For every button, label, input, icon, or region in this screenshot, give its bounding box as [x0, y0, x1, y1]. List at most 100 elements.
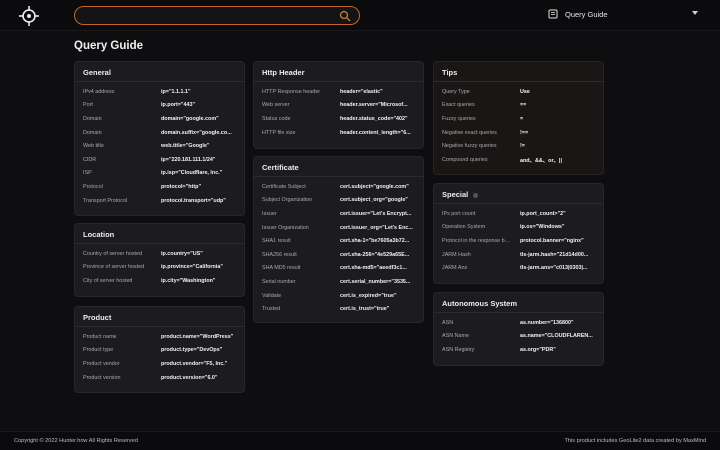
query-example[interactable]: header.content_length="6...: [340, 130, 415, 136]
query-row: Compound queries and、&&、or、||: [442, 153, 595, 167]
query-example[interactable]: product.type="DevOps": [161, 347, 236, 353]
query-example[interactable]: domain.suffix="google.co...: [161, 130, 236, 136]
crosshair-logo-icon[interactable]: [19, 6, 39, 26]
query-example[interactable]: ip.os="Windows": [520, 224, 595, 230]
card-title: Certificate: [254, 157, 423, 177]
query-example[interactable]: Use: [520, 89, 595, 95]
query-example[interactable]: ip.province="California": [161, 264, 236, 270]
query-example[interactable]: cert.serial_number="3535...: [340, 279, 415, 285]
query-example[interactable]: header.server="Microsof...: [340, 102, 415, 108]
query-example[interactable]: ==: [520, 102, 595, 108]
query-example[interactable]: cert.subject="google.com": [340, 184, 415, 190]
query-example[interactable]: web.title="Google": [161, 143, 236, 149]
query-example[interactable]: protocol="http": [161, 184, 236, 190]
query-field-label: Province of server hosted: [83, 264, 145, 271]
query-example[interactable]: product.version="6.0": [161, 375, 236, 381]
query-example[interactable]: ip="220.181.111.1/24": [161, 157, 236, 163]
query-row: JARM Ans tls-jarm.ans="c013|0303|...: [442, 261, 595, 275]
query-row: Trusted cert.is_trust="true": [262, 302, 415, 316]
query-row: Exact queries ==: [442, 99, 595, 113]
query-row: Port ip.port="443": [83, 99, 236, 113]
query-field-label: IPs port count: [442, 210, 476, 217]
query-example[interactable]: header="elastic": [340, 89, 415, 95]
query-example[interactable]: header.status_code="402": [340, 116, 415, 122]
card-title: Location: [75, 224, 244, 244]
query-example[interactable]: as.org="PDR": [520, 347, 595, 353]
query-example[interactable]: and、&&、or、||: [520, 156, 595, 164]
query-example[interactable]: cert.is_trust="true": [340, 306, 415, 312]
search-bar[interactable]: [74, 6, 360, 25]
query-field-label: Product version: [83, 374, 121, 381]
query-example[interactable]: ip="1.1.1.1": [161, 89, 236, 95]
query-field-label: Operation System: [442, 224, 486, 231]
query-example[interactable]: cert.sha-1="be7605a3b72...: [340, 238, 415, 244]
query-example[interactable]: product.vendor="F5, Inc.": [161, 361, 236, 367]
query-example[interactable]: cert.issuer="Let's Encrypt...: [340, 211, 415, 217]
query-example[interactable]: ip.country="US": [161, 251, 236, 257]
query-row: Negative fuzzy queries !=: [442, 139, 595, 153]
help-icon[interactable]: [473, 192, 479, 198]
query-example[interactable]: cert.sha-256="4e529a65E...: [340, 252, 415, 258]
query-example[interactable]: domain="google.com": [161, 116, 236, 122]
query-field-label: Negative fuzzy queries: [442, 143, 497, 150]
query-example[interactable]: cert.sha-md5="aeedf3c1...: [340, 265, 415, 271]
query-field-label: Country of server hosted: [83, 250, 143, 257]
top-bar: Query Guide: [0, 0, 720, 31]
query-field-label: ASN: [442, 319, 454, 326]
search-icon[interactable]: [339, 10, 351, 22]
query-example[interactable]: =: [520, 116, 595, 122]
query-field-label: Product vendor: [83, 360, 120, 367]
query-row: Province of server hosted ip.province="Ca…: [83, 261, 236, 275]
query-row: Domain domain="google.com": [83, 112, 236, 126]
query-example[interactable]: as.number="136800": [520, 320, 595, 326]
query-field-label: ISP: [83, 170, 92, 177]
card-body: Country of server hosted ip.country="US" P…: [75, 244, 244, 288]
query-field-label: Web title: [83, 143, 104, 150]
http-header-card: Http Header HTTP Response header header="…: [253, 61, 424, 149]
query-row: Transport Protocol protocol.transport="ud…: [83, 194, 236, 208]
query-example[interactable]: ip.isp="Cloudflare, Inc.": [161, 170, 236, 176]
query-example[interactable]: !=: [520, 143, 595, 149]
product-card: Product Product name product.name="WordPr…: [74, 306, 245, 393]
query-field-label: HTTP Response header: [262, 88, 321, 95]
query-field-label: Domain: [83, 115, 102, 122]
special-card: Special IPs port count ip.port_count>"2" O…: [433, 183, 604, 284]
general-card: General IPv4 address ip="1.1.1.1" Port ip.p…: [74, 61, 245, 216]
query-row: ASN Registry as.org="PDR": [442, 343, 595, 357]
query-row: Domain domain.suffix="google.co...: [83, 126, 236, 140]
card-body: HTTP Response header header="elastic" Web …: [254, 82, 423, 139]
query-row: Product version product.version="6.0": [83, 371, 236, 385]
query-example[interactable]: cert.is_expired="true": [340, 293, 415, 299]
query-example[interactable]: tls-jarm.hash="21d14d00...: [520, 252, 595, 258]
query-example[interactable]: !==: [520, 130, 595, 136]
query-example[interactable]: product.name="WordPress": [161, 334, 236, 340]
query-row: Operation System ip.os="Windows": [442, 221, 595, 235]
query-example[interactable]: cert.subject_org="google": [340, 197, 415, 203]
query-guide-button[interactable]: Query Guide: [548, 9, 608, 19]
query-row: Protocol in the response b... protocol.ba…: [442, 234, 595, 248]
query-example[interactable]: ip.port_count>"2": [520, 211, 595, 217]
query-example[interactable]: protocol.banner="nginx": [520, 238, 595, 244]
query-row: Web title web.title="Google": [83, 139, 236, 153]
query-field-label: City of server hosted: [83, 277, 133, 284]
query-row: Query Type Use: [442, 85, 595, 99]
query-row: Issuer Organization cert.issuer_org="Let'…: [262, 221, 415, 235]
query-example[interactable]: ip.port="443": [161, 102, 236, 108]
query-field-label: SHA256 result: [262, 251, 297, 258]
query-field-label: Negative exact queries: [442, 129, 497, 136]
query-row: CIDR ip="220.181.111.1/24": [83, 153, 236, 167]
query-field-label: Fuzzy queries: [442, 115, 476, 122]
query-example[interactable]: as.name="CLOUDFLAREN...: [520, 333, 595, 339]
query-row: IPv4 address ip="1.1.1.1": [83, 85, 236, 99]
query-field-label: SHA1 result: [262, 238, 291, 245]
query-example[interactable]: protocol.transport="udp": [161, 198, 236, 204]
chevron-down-icon[interactable]: [692, 11, 698, 15]
card-title: Product: [75, 307, 244, 327]
query-field-label: Status code: [262, 115, 291, 122]
query-row: Web server header.server="Microsof...: [262, 99, 415, 113]
card-title: Http Header: [254, 62, 423, 82]
query-example[interactable]: tls-jarm.ans="c013|0303|...: [520, 265, 595, 271]
query-example[interactable]: cert.issuer_org="Let's Enc...: [340, 225, 415, 231]
query-example[interactable]: ip.city="Washington": [161, 278, 236, 284]
query-field-label: Query Type: [442, 88, 470, 95]
